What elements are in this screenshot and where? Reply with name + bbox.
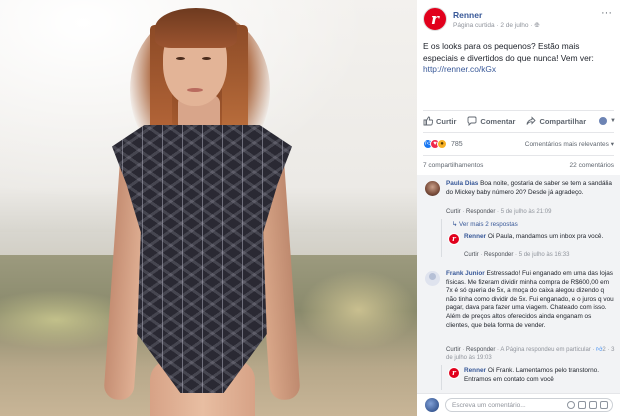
comment-like-count[interactable]: 2 — [602, 347, 605, 353]
sticker-icon[interactable] — [600, 401, 608, 409]
renner-reply-avatar[interactable]: r — [448, 367, 460, 379]
reply-meta: Curtir · Responder · 5 de julho às 16:33 — [464, 252, 570, 258]
share-icon — [526, 116, 537, 125]
reactions-row: 👍︎ ♥ ● 785 Comentários mais relevantes ▾ — [423, 138, 614, 150]
comment-meta: Curtir · Responder · A Página respondeu … — [446, 347, 615, 362]
comment-author[interactable]: Paula Dias — [446, 180, 478, 187]
react-as-selector[interactable]: ▼ — [598, 116, 616, 126]
comment-composer — [417, 393, 620, 416]
post-meta: Página curtida · 2 de julho · 🌐︎ — [453, 22, 540, 30]
share-label: Compartilhar — [539, 116, 587, 126]
wow-reaction-icon[interactable]: ● — [437, 139, 447, 149]
camera-icon[interactable] — [578, 401, 586, 409]
composer-icons — [564, 401, 608, 409]
globe-icon: 🌐︎ — [534, 22, 540, 29]
post-photo[interactable] — [0, 0, 417, 416]
comment-author[interactable]: Frank Junior — [446, 270, 485, 277]
commenter-avatar[interactable] — [425, 181, 440, 196]
stats-row: 7 compartilhamentos 22 comentários — [423, 162, 614, 169]
gif-icon[interactable] — [589, 401, 597, 409]
divider — [423, 132, 614, 133]
action-bar: Curtir Comentar Compartilhar ▼ — [423, 114, 616, 128]
emoji-icon[interactable] — [567, 401, 575, 409]
reply-text: Oi Paula, mandamos um inbox pra você. — [487, 233, 604, 240]
post-body: E os looks para os pequenos? Estão mais … — [423, 41, 594, 63]
reaction-count[interactable]: 785 — [451, 141, 463, 148]
reply-reply-link[interactable]: Responder — [484, 252, 513, 258]
share-button[interactable]: Compartilhar — [526, 116, 586, 126]
page-replied-status[interactable]: A Página respondeu em particular — [500, 347, 590, 353]
more-options-icon[interactable]: ··· — [601, 7, 612, 19]
model-lips — [187, 88, 203, 92]
comment-count[interactable]: 22 comentários — [570, 162, 614, 169]
profile-avatar — [598, 116, 609, 126]
model-eye-left — [176, 57, 185, 60]
reply-body: Renner Oi Paula, mandamos um inbox pra v… — [464, 233, 616, 242]
commenter-avatar[interactable] — [425, 271, 440, 286]
comment-body: Paula Dias Boa noite, gostaria de saber … — [446, 180, 614, 197]
post-panel: r Renner Página curtida · 2 de julho · 🌐… — [417, 0, 620, 416]
divider — [423, 155, 614, 156]
comment-button[interactable]: Comentar — [467, 116, 515, 126]
share-count[interactable]: 7 compartilhamentos — [423, 162, 483, 169]
comment-reply-link[interactable]: Responder — [466, 209, 495, 215]
comment-body: Frank Junior Estressado! Fui enganado em… — [446, 270, 614, 330]
reply-like-link[interactable]: Curtir — [464, 252, 479, 258]
reply-thread-line — [441, 219, 442, 257]
comment-label: Comentar — [480, 116, 516, 126]
post-text: E os looks para os pequenos? Estão mais … — [423, 41, 611, 76]
comment-text: Estressado! Fui enganado em uma das loja… — [446, 270, 614, 329]
post-link[interactable]: http://ren­ner.co/kGx — [423, 64, 496, 74]
reply-thread-line — [441, 365, 442, 390]
like-label: Curtir — [436, 116, 457, 126]
page-name[interactable]: Renner — [453, 10, 482, 20]
more-replies-label: Ver mais 2 respostas — [459, 221, 518, 228]
reply-body: Renner Oi Frank. Lamentamos pelo transto… — [464, 367, 616, 384]
viewer-avatar — [425, 398, 439, 412]
comment-filter[interactable]: Comentários mais relevantes ▾ — [525, 140, 614, 148]
model-hair-top — [155, 8, 237, 48]
thumbs-up-icon — [423, 116, 433, 126]
comment-like-link[interactable]: Curtir — [446, 209, 461, 215]
divider — [423, 110, 614, 111]
reply-arrow-icon: ↳ — [452, 221, 460, 228]
chevron-down-icon: ▼ — [610, 118, 616, 124]
reply-time[interactable]: 5 de julho às 16:33 — [519, 252, 570, 258]
page-avatar[interactable]: r — [423, 7, 447, 31]
comment-like-link[interactable]: Curtir — [446, 347, 461, 353]
reply-author[interactable]: Renner — [464, 233, 486, 240]
like-button[interactable]: Curtir — [423, 116, 456, 126]
comments-section: Paula Dias Boa noite, gostaria de saber … — [417, 175, 620, 393]
more-replies-link[interactable]: ↳ Ver mais 2 respostas — [452, 221, 518, 228]
comment-reply-link[interactable]: Responder — [466, 347, 495, 353]
model-eye-right — [202, 57, 211, 60]
comment-input-wrapper[interactable] — [445, 398, 613, 412]
comment-time[interactable]: 5 de julho às 21:09 — [501, 209, 552, 215]
grass-highlight-right — [300, 270, 417, 350]
comment-input[interactable] — [452, 400, 552, 411]
comment-meta: Curtir · Responder · 5 de julho às 21:09 — [446, 209, 552, 215]
renner-reply-avatar[interactable]: r — [448, 233, 460, 245]
post-header: r Renner Página curtida · 2 de julho · 🌐… — [423, 7, 614, 33]
post-meta-text: Página curtida · 2 de julho · — [453, 22, 535, 29]
reply-author[interactable]: Renner — [464, 367, 486, 374]
comment-icon — [467, 116, 477, 126]
